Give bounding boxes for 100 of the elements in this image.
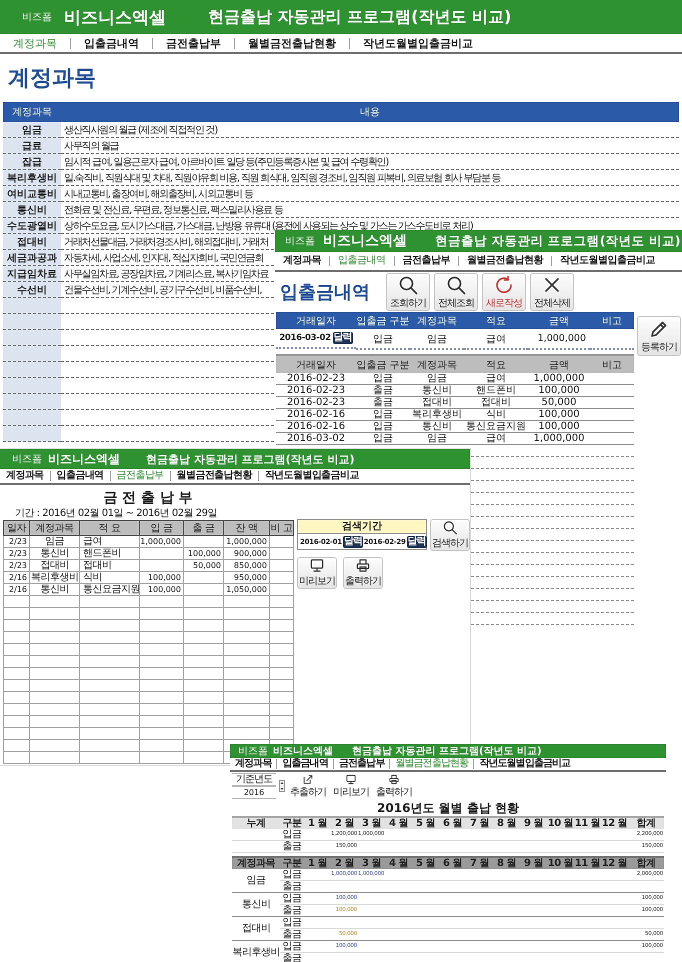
column-header: 3 월 — [358, 857, 385, 869]
nav-tab[interactable]: 입출금내역 — [70, 38, 152, 48]
nav-tab[interactable]: 월별금전출납현황 — [170, 471, 258, 481]
column-header: 8 월 — [493, 817, 520, 829]
year-field[interactable]: 2016 — [232, 786, 276, 799]
column-header: 6 월 — [439, 857, 466, 869]
column-header: 4 월 — [385, 857, 412, 869]
column-header: 출 금 — [184, 520, 224, 536]
nav-tab[interactable]: 작년도월별입출금비교 — [551, 256, 663, 266]
table-cell: 2/16 — [4, 584, 30, 596]
nav-tab[interactable]: 계정과목 — [275, 256, 329, 266]
nav-tab[interactable]: 월별금전출납현황 — [389, 759, 474, 769]
nav-tab[interactable]: 작년도월별입출금비교 — [473, 759, 576, 769]
column-header: 10 월 — [547, 857, 574, 869]
toolbar-button[interactable]: 미리보기 — [331, 774, 371, 798]
toolbar-button[interactable]: 미리보기 — [297, 557, 337, 589]
account-cell: 수선비 — [3, 282, 61, 298]
column-header: 잔 액 — [224, 520, 270, 536]
column-header: 10 월 — [547, 817, 574, 829]
toolbar-button[interactable]: 출력하기 — [343, 557, 383, 589]
column-header: 합계 — [628, 817, 664, 829]
column-header: 9 월 — [520, 857, 547, 869]
refresh-icon — [494, 274, 514, 294]
row-label: 입금 — [280, 892, 304, 904]
table-cell: 접대비 — [30, 560, 80, 572]
nav-tab[interactable]: 입출금내역 — [276, 759, 333, 769]
account-cell: 지급임차료 — [3, 266, 61, 282]
column-header: 구분 — [280, 857, 304, 869]
nav-tab[interactable]: 금전출납부 — [332, 759, 390, 769]
table-cell: 통신비 — [410, 420, 464, 432]
table-cell: 100,000 — [528, 420, 590, 432]
monitor-icon — [345, 774, 357, 784]
table-cell: 2016-02-23 — [276, 373, 356, 384]
nav-tab[interactable]: 입출금내역 — [50, 471, 110, 481]
account-cell: 통신비 — [232, 892, 280, 916]
nav-tab[interactable]: 작년도월별입출금비교 — [258, 471, 365, 481]
account-cell: 접대비 — [232, 916, 280, 940]
nav-tab[interactable]: 금전출납부 — [110, 471, 170, 481]
nav-tab[interactable]: 입출금내역 — [329, 256, 394, 266]
register-button[interactable]: 등록하기 — [637, 316, 681, 356]
table-cell: 1,000,000 — [224, 536, 270, 548]
table-cell: 2016-02-23 — [276, 396, 356, 408]
brand-tag: 비즈폼 — [285, 234, 315, 248]
table-cell: 입금 — [356, 420, 410, 432]
table-cell: 100,000 — [140, 584, 184, 596]
calendar-button[interactable]: 달력 — [342, 536, 363, 548]
table-cell: 2/23 — [4, 548, 30, 560]
table-cell: 50,000 — [528, 396, 590, 408]
column-header: 4 월 — [385, 817, 412, 829]
nav-tab[interactable]: 계정과목 — [0, 471, 50, 481]
spinner-icon[interactable] — [279, 780, 285, 792]
nav-tab[interactable]: 월별금전출납현황 — [458, 256, 551, 266]
column-header: 계정과목 — [410, 355, 464, 373]
nav-tab[interactable]: 계정과목 — [230, 759, 276, 769]
column-header: 비고 — [590, 312, 634, 329]
column-header: 내용 — [61, 102, 679, 122]
table-cell: 100,000 — [528, 408, 590, 420]
calendar-button[interactable]: 달력 — [406, 536, 427, 548]
pencil-icon — [649, 318, 669, 338]
brand-name: 비즈니스엑셀 — [273, 745, 333, 758]
program-title: 현금출납 자동관리 프로그램(작년도 비교) — [435, 232, 680, 250]
table-cell: 1,000,000 — [528, 432, 590, 444]
table-cell: 2016-02-16 — [276, 420, 356, 432]
table-cell: 임금 — [410, 373, 464, 384]
search-button[interactable]: 검색하기 — [430, 519, 470, 551]
row-label: 입금 — [280, 916, 304, 928]
nav-tab[interactable]: 계정과목 — [0, 38, 70, 48]
program-title: 현금출납 자동관리 프로그램(작년도 비교) — [208, 6, 512, 28]
table-cell: 통신비 — [410, 384, 464, 396]
account-cell: 접대비 — [3, 234, 61, 250]
row-label: 출금 — [280, 840, 304, 852]
printer-icon — [355, 558, 371, 573]
column-header: 7 월 — [466, 857, 493, 869]
toolbar-button[interactable]: 전체조회 — [434, 273, 478, 311]
nav-tab[interactable]: 금전출납부 — [152, 38, 234, 48]
program-title: 현금출납 자동관리 프로그램(작년도 비교) — [146, 452, 355, 466]
column-header: 거래일자 — [276, 355, 356, 373]
row-label: 출금 — [280, 880, 304, 892]
table-cell: 입금 — [356, 432, 410, 444]
toolbar-button[interactable]: 추출하기 — [288, 774, 328, 798]
account-cell: 복리후생비 — [3, 170, 61, 186]
table-cell: 식비 — [80, 572, 140, 584]
toolbar-button[interactable]: 조회하기 — [386, 273, 430, 311]
description-cell: 일.숙직비, 직원식대 및 차대, 직원야유회 비용, 직원 회식대, 임직원 경조비, 임직원 피복비, 의료보험 회사 부담분 등 — [61, 170, 679, 186]
table-cell: 급여 — [464, 373, 528, 384]
nav-tab[interactable]: 월별금전출납현황 — [234, 38, 349, 48]
table-cell: 50,000 — [184, 560, 224, 572]
column-header: 1 월 — [304, 857, 331, 869]
nav-tab[interactable]: 작년도월별입출금비교 — [349, 38, 486, 48]
toolbar-button[interactable]: 새로작성 — [482, 273, 526, 311]
calendar-button[interactable]: 달력 — [332, 332, 353, 344]
column-header: 비 고 — [270, 520, 294, 536]
column-header: 적요 — [464, 355, 528, 373]
row-label: 출금 — [280, 928, 304, 940]
account-cell: 세금과공과 — [3, 250, 61, 266]
nav-tab[interactable]: 금전출납부 — [394, 256, 458, 266]
description-cell: 생산직사원의 월급 (제조에 직접적인 것) — [61, 122, 679, 138]
toolbar-button[interactable]: 출력하기 — [374, 774, 414, 798]
toolbar-button[interactable]: 전체삭제 — [530, 273, 574, 311]
column-header: 금액 — [528, 312, 590, 329]
